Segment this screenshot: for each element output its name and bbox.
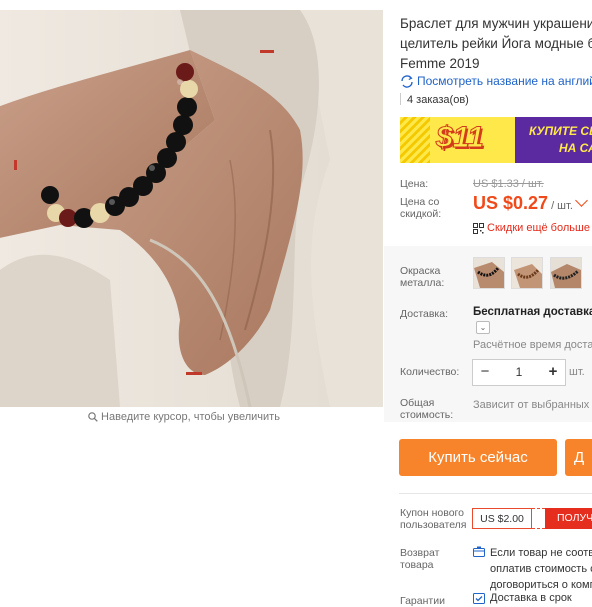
guarantee-label: Гарантии (400, 595, 445, 607)
banner-text-line: КУПИТЕ СЕ (529, 124, 592, 138)
shield-check-icon (473, 593, 485, 604)
quantity-increase-button[interactable]: + (541, 360, 565, 385)
banner-text: КУПИТЕ СЕ НА СА (515, 117, 592, 163)
shipping-dropdown-button[interactable]: ⌄ (476, 321, 490, 334)
title-line: Femme 2019 (400, 56, 480, 71)
banner-text-line: НА СА (559, 141, 592, 155)
color-option[interactable] (473, 257, 505, 289)
sale-price-unit: / шт. (551, 200, 573, 212)
sale-price-value: US $0.27 (473, 193, 549, 213)
chevron-down-icon[interactable] (575, 194, 588, 207)
separator (400, 93, 401, 105)
banner-stripe (400, 117, 430, 163)
translate-icon (401, 75, 413, 88)
product-title: Браслет для мужчин украшени целитель рей… (400, 14, 592, 74)
sale-price: US $0.27/ шт. (473, 193, 588, 214)
magnifier-icon (88, 412, 98, 422)
returns-label-line: Возврат (400, 547, 440, 559)
guarantee-text: Доставка в срок (490, 592, 572, 604)
color-label-line: металла: (400, 277, 445, 289)
price-label: Цена: (400, 178, 429, 190)
qr-code-icon (473, 223, 484, 234)
coupon-tear-line (532, 508, 545, 529)
buy-now-button[interactable]: Купить сейчас (399, 439, 557, 476)
bracelet-thumbnail (551, 258, 581, 288)
returns-text-line: оплатив стоимость с (490, 563, 592, 575)
bracelet-thumbnail (474, 258, 504, 288)
shipping-label: Доставка: (400, 308, 449, 320)
bracelet-thumbnail (512, 258, 542, 288)
get-coupon-button[interactable]: ПОЛУЧ (545, 508, 592, 529)
zoom-hint: Наведите курсор, чтобы увеличить (0, 411, 368, 423)
zoom-hint-text: Наведите курсор, чтобы увеличить (101, 411, 280, 423)
divider (399, 493, 592, 494)
title-line: целитель рейки Йога модные б (400, 36, 592, 51)
sale-label-line: скидкой: (400, 208, 442, 220)
sale-label-line: Цена со (400, 196, 440, 208)
coupon-label-line: Купон нового (400, 507, 464, 519)
product-main-image[interactable] (0, 10, 383, 407)
quantity-label: Количество: (400, 366, 460, 378)
returns-text-line: договориться о комп (490, 579, 592, 591)
total-label: Общая стоимость: (400, 397, 453, 421)
total-label-line: Общая (400, 397, 435, 409)
returns-label: Возврат товара (400, 547, 439, 571)
returns-text: Если товар не соотв оплатив стоимость с … (490, 545, 592, 593)
return-box-icon (473, 546, 485, 557)
banner-amount: $11 (436, 121, 485, 155)
shipping-value: Бесплатная доставка в (473, 306, 592, 318)
translate-link-text: Посмотреть название на английс (417, 74, 592, 88)
total-value: Зависит от выбранных (473, 399, 590, 411)
add-to-cart-button[interactable]: Д (565, 439, 592, 476)
shipping-estimate: Расчётное время доста (473, 339, 592, 351)
bracelet-photo (0, 10, 383, 407)
orders-count: 4 заказа(ов) (400, 93, 469, 106)
old-price: US $1.33 / шт. (473, 178, 544, 190)
color-label-line: Окраска (400, 265, 441, 277)
translate-title-link[interactable]: Посмотреть название на английс (400, 74, 592, 88)
title-line: Браслет для мужчин украшени (400, 16, 592, 31)
sale-price-label: Цена со скидкой: (400, 196, 441, 220)
coupon-label-line: пользователя (400, 519, 467, 531)
returns-text-line: Если товар не соотв (490, 547, 592, 559)
color-option[interactable] (511, 257, 543, 289)
quantity-input[interactable]: 1 (497, 360, 541, 385)
promo-banner[interactable]: $11 КУПИТЕ СЕ НА СА (400, 117, 592, 163)
quantity-decrease-button[interactable]: − (473, 360, 497, 385)
coupon-value: US $2.00 (472, 508, 532, 529)
color-label: Окраска металла: (400, 265, 444, 289)
returns-label-line: товара (400, 559, 434, 571)
quantity-stepper: − 1 + (472, 359, 566, 386)
more-discounts-text: Скидки ещё больше (487, 222, 590, 234)
color-option[interactable] (550, 257, 582, 289)
product-gallery: Наведите курсор, чтобы увеличить (0, 0, 384, 604)
orders-text: 4 заказа(ов) (407, 94, 469, 106)
coupon-label: Купон нового пользователя (400, 507, 467, 531)
quantity-unit: шт. (569, 366, 585, 378)
product-info: Браслет для мужчин украшени целитель рей… (384, 0, 592, 607)
total-label-line: стоимость: (400, 409, 454, 421)
more-discounts-link[interactable]: Скидки ещё больше (473, 222, 590, 234)
